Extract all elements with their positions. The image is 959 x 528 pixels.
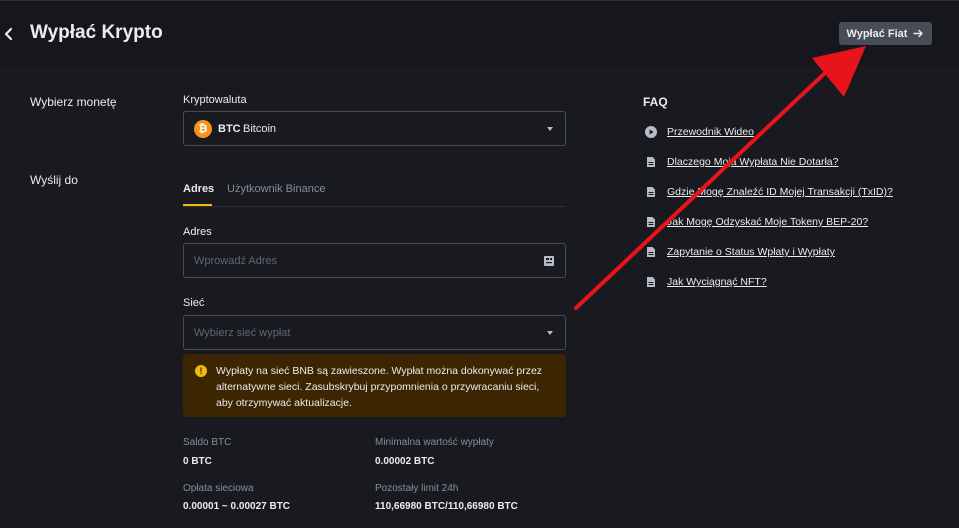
faq-link: Zapytanie o Status Wpłaty i Wypłaty xyxy=(667,246,835,258)
tab-divider xyxy=(183,206,566,207)
address-input[interactable]: Wprowadź Adres xyxy=(183,243,566,278)
coin-name: Bitcoin xyxy=(243,123,277,135)
address-book-icon[interactable] xyxy=(543,255,555,267)
faq-link: Jak Mogę Odzyskać Moje Tokeny BEP-20? xyxy=(667,216,869,228)
min-withdraw-value: 0.00002 BTC xyxy=(375,456,435,467)
faq-link: Jak Wyciągnąć NFT? xyxy=(667,276,767,288)
faq-link: Gdzie Mogę Znaleźć ID Mojej Transakcji (… xyxy=(667,186,893,198)
tab-binance-user[interactable]: Użytkownik Binance xyxy=(227,183,325,195)
document-icon xyxy=(647,217,655,227)
network-field-label: Sieć xyxy=(183,297,205,309)
daily-limit-value: 110,66980 BTC/110,66980 BTC xyxy=(375,501,518,512)
faq-item-video-guide[interactable]: Przewodnik Wideo xyxy=(645,125,754,139)
chevron-down-icon xyxy=(547,127,553,131)
faq-item-nft[interactable]: Jak Wyciągnąć NFT? xyxy=(645,275,767,289)
faq-item-txid[interactable]: Gdzie Mogę Znaleźć ID Mojej Transakcji (… xyxy=(645,185,893,199)
faq-link: Dlaczego Moja Wypłata Nie Dotarła? xyxy=(667,156,839,168)
balance-label: Saldo BTC xyxy=(183,437,232,448)
min-withdraw-label: Minimalna wartość wypłaty xyxy=(375,437,494,448)
page-header: Wypłać Krypto Wypłać Fiat xyxy=(0,0,959,66)
network-placeholder: Wybierz sieć wypłat xyxy=(194,327,291,339)
faq-link: Przewodnik Wideo xyxy=(667,126,754,138)
network-fee-value: 0.00001 ~ 0.00027 BTC xyxy=(183,501,291,512)
back-arrow-icon[interactable] xyxy=(2,25,16,43)
document-icon xyxy=(647,277,655,287)
address-field-label: Adres xyxy=(183,226,212,238)
send-to-label: Wyślij do xyxy=(30,173,78,187)
network-warning: ! Wypłaty na sieć BNB są zawieszone. Wyp… xyxy=(183,354,566,417)
warning-icon: ! xyxy=(195,365,207,377)
select-coin-label: Wybierz monetę xyxy=(30,95,117,109)
daily-limit-label: Pozostały limit 24h xyxy=(375,483,459,494)
withdraw-fiat-label: Wypłać Fiat xyxy=(846,27,908,40)
coin-select[interactable]: ₿ BTC Bitcoin xyxy=(183,111,566,146)
bitcoin-icon: ₿ xyxy=(194,120,212,138)
page-title: Wypłać Krypto xyxy=(30,22,163,43)
faq-item-bep20[interactable]: Jak Mogę Odzyskać Moje Tokeny BEP-20? xyxy=(645,215,868,229)
withdraw-crypto-page: Wypłać Krypto Wypłać Fiat Wybierz monetę… xyxy=(0,0,959,528)
document-icon xyxy=(647,187,655,197)
faq-item-missing-withdrawal[interactable]: Dlaczego Moja Wypłata Nie Dotarła? xyxy=(645,155,838,169)
faq-title: FAQ xyxy=(643,95,668,109)
document-icon xyxy=(647,157,655,167)
address-placeholder: Wprowadź Adres xyxy=(194,255,278,267)
document-icon xyxy=(647,247,655,257)
withdraw-fiat-button[interactable]: Wypłać Fiat xyxy=(839,22,932,45)
faq-item-status-inquiry[interactable]: Zapytanie o Status Wpłaty i Wypłaty xyxy=(645,245,835,259)
coin-symbol: BTC xyxy=(218,123,241,135)
network-fee-label: Opłata sieciowa xyxy=(183,483,254,494)
network-select[interactable]: Wybierz sieć wypłat xyxy=(183,315,566,350)
arrow-right-icon xyxy=(913,29,924,38)
chevron-down-icon xyxy=(547,331,553,335)
tab-address[interactable]: Adres xyxy=(183,183,214,195)
balance-value: 0 BTC xyxy=(183,456,212,467)
warning-text: Wypłaty na sieć BNB są zawieszone. Wypła… xyxy=(216,365,543,409)
play-icon xyxy=(645,126,657,138)
crypto-field-label: Kryptowaluta xyxy=(183,94,247,106)
